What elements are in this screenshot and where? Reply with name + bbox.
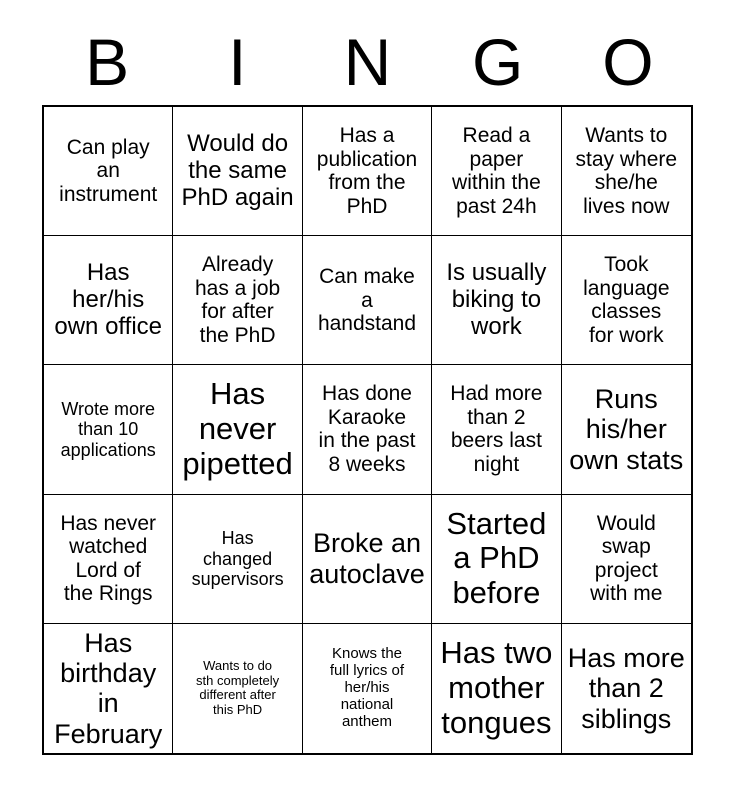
bingo-cell-text: Wrote more than 10 applications [60,399,156,460]
bingo-cell-text: Has never watched Lord of the Rings [60,511,157,606]
bingo-cell-text: Can make a handstand [317,265,417,336]
bingo-cell[interactable]: Has never pipetted [173,365,303,495]
bingo-cell[interactable]: Has birthday in February [44,623,174,753]
bingo-cell-text: Already has a job for after the PhD [194,253,281,347]
bingo-cell[interactable]: Has her/his own office [44,236,174,366]
bingo-cell-text: Took language classes for work [583,253,670,347]
bingo-letter-b: B [85,25,130,99]
bingo-cell[interactable]: Broke an autoclave [302,494,433,624]
bingo-cell[interactable]: Started a PhD before [432,494,562,624]
bingo-cell-text: Has two mother tongues [440,635,553,740]
bingo-cell[interactable]: Wants to do sth completely different aft… [173,623,303,753]
bingo-cell[interactable]: Is usually biking to work [432,236,562,366]
bingo-cell-text: Knows the full lyrics of her/his nationa… [329,645,405,730]
bingo-cell[interactable]: Has changed supervisors [173,494,303,624]
bingo-cell[interactable]: Has never watched Lord of the Rings [44,494,174,624]
bingo-cell[interactable]: Has a publication from the PhD [302,107,433,237]
bingo-cell[interactable]: Took language classes for work [561,236,691,366]
bingo-card-page: B I N G O Can play an instrument Would do… [0,0,736,800]
bingo-cell-text: Has birthday in February [54,627,163,749]
bingo-cell-text: Has more than 2 siblings [567,643,685,734]
bingo-cell[interactable]: Would swap project with me [561,494,691,624]
bingo-letter-n: N [343,25,392,99]
bingo-cell[interactable]: Has more than 2 siblings [561,623,691,753]
bingo-cell-text: Has never pipetted [182,376,293,481]
bingo-cell[interactable]: Knows the full lyrics of her/his nationa… [302,623,433,753]
bingo-cell-text: Wants to do sth completely different aft… [196,658,280,717]
bingo-cell[interactable]: Has two mother tongues [432,623,562,753]
bingo-cell[interactable]: Wants to stay where she/he lives now [561,107,691,237]
bingo-cell-text: Has her/his own office [54,258,162,340]
bingo-cell-text: Would swap project with me [590,511,663,606]
bingo-letter-g: G [472,25,524,99]
bingo-letter-o: O [602,25,654,99]
bingo-cell-text: Started a PhD before [446,505,547,611]
bingo-cell[interactable]: Can play an instrument [44,107,174,237]
bingo-cell[interactable]: Would do the same PhD again [173,107,303,237]
bingo-cell[interactable]: Runs his/her own stats [561,365,691,495]
bingo-cell-text: Had more than 2 beers last night [450,382,543,476]
bingo-cell[interactable]: Had more than 2 beers last night [432,365,562,495]
bingo-cell[interactable]: Has done Karaoke in the past 8 weeks [302,365,433,495]
bingo-cell[interactable]: Read a paper within the past 24h [432,107,562,237]
bingo-cell[interactable]: Already has a job for after the PhD [173,236,303,366]
bingo-cell-text: Can play an instrument [59,135,158,206]
bingo-cell-text: Is usually biking to work [446,258,547,340]
bingo-cell-text: Runs his/her own stats [569,384,684,475]
bingo-cell-text: Broke an autoclave [309,528,425,589]
bingo-cell[interactable]: Wrote more than 10 applications [44,365,174,495]
bingo-cell-text: Read a paper within the past 24h [452,124,541,218]
bingo-cell-text: Has changed supervisors [191,528,284,589]
bingo-cell-text: Would do the same PhD again [181,129,294,211]
bingo-grid: Can play an instrument Would do the same … [42,105,693,755]
bingo-letter-i: I [228,25,247,99]
bingo-cell-text: Has a publication from the PhD [316,124,418,218]
bingo-cell[interactable]: Can make a handstand [302,236,433,366]
bingo-title-row: B I N G O [42,24,693,100]
bingo-cell-text: Wants to stay where she/he lives now [575,124,678,218]
bingo-cell-text: Has done Karaoke in the past 8 weeks [318,382,416,476]
